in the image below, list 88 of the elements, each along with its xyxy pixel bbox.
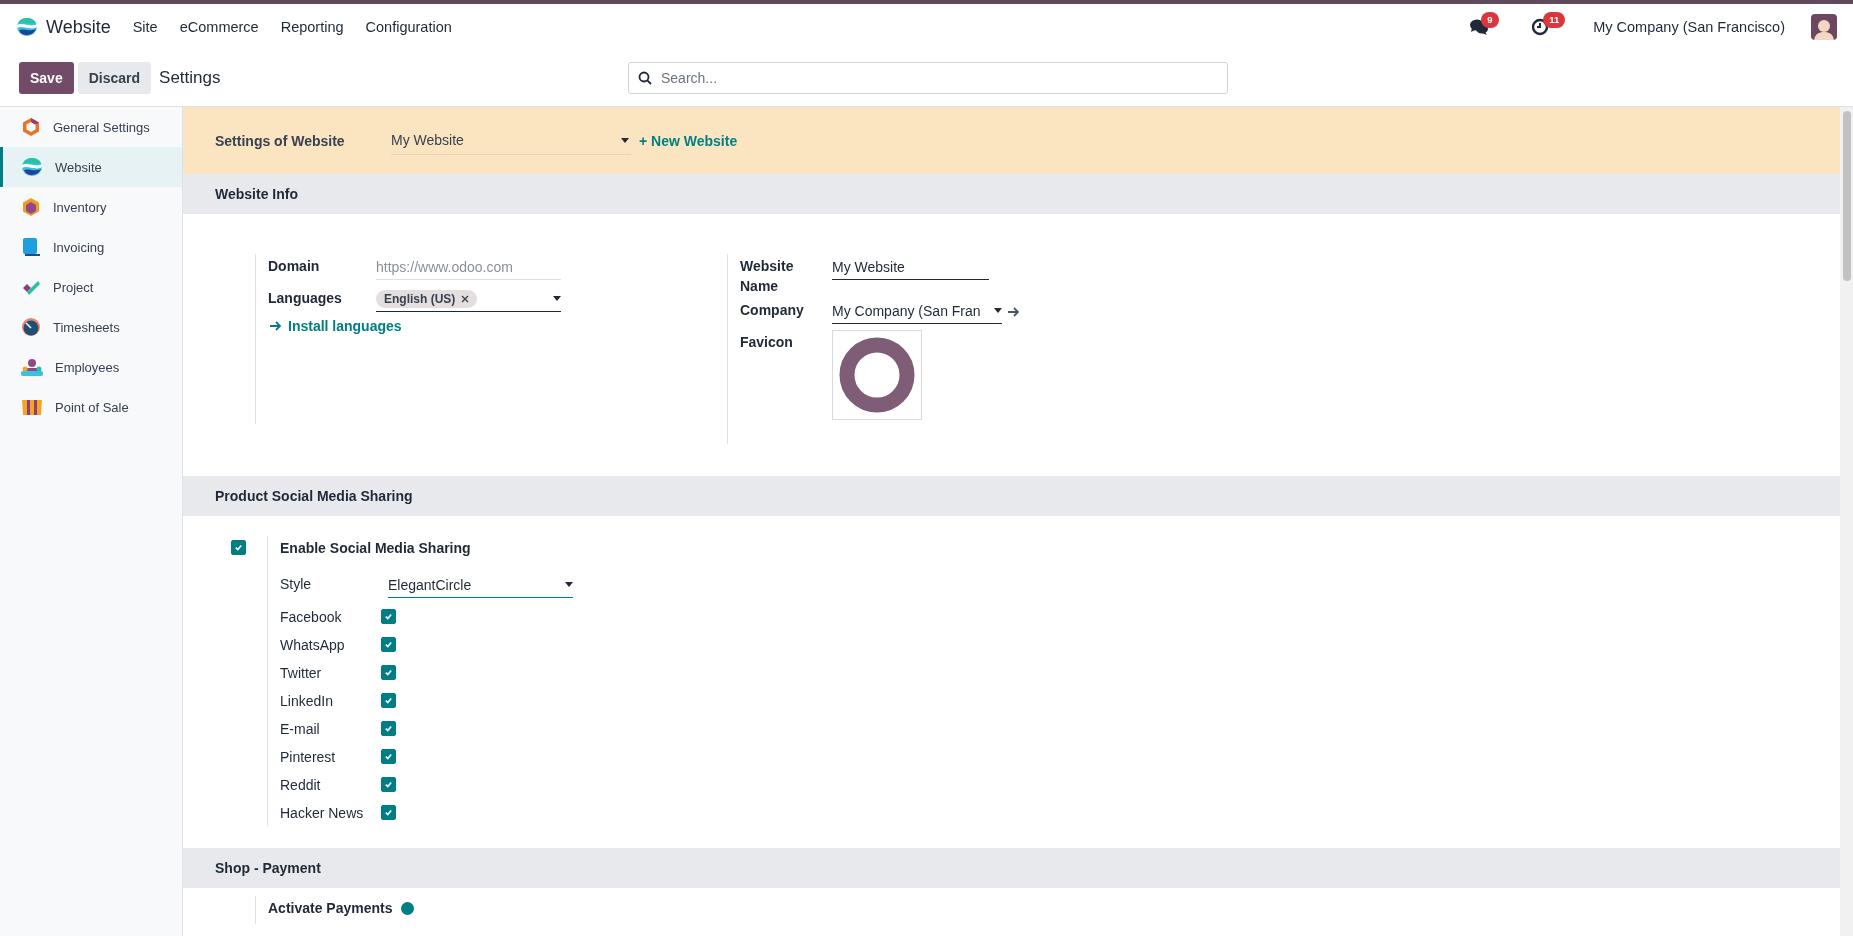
field-label: Website Name — [740, 257, 795, 296]
close-icon[interactable] — [461, 294, 470, 303]
language-tag[interactable]: English (US) — [376, 289, 478, 308]
website-name-field[interactable]: My Website — [832, 254, 989, 280]
caret-icon — [621, 137, 629, 143]
checkbox[interactable] — [381, 748, 396, 764]
app-icon — [21, 237, 41, 257]
breadcrumb: Settings — [159, 68, 221, 88]
checkbox[interactable] — [381, 636, 396, 652]
app-icon — [21, 157, 43, 177]
app-logo-icon[interactable] — [16, 17, 38, 37]
app-icon — [21, 397, 43, 417]
sidebar-item[interactable]: Employees — [0, 347, 182, 387]
checkmark-icon — [384, 639, 393, 649]
field-label: Style — [280, 575, 313, 594]
field-label: Languages — [268, 289, 343, 308]
languages-field[interactable]: English (US) — [376, 286, 561, 312]
menu-item[interactable]: eCommerce — [179, 19, 259, 35]
field-label: Twitter — [280, 664, 323, 683]
checkmark-icon — [384, 695, 393, 705]
sidebar-item[interactable]: General Settings — [0, 107, 182, 147]
arrow-icon[interactable] — [1008, 307, 1020, 317]
search-field[interactable]: Search... — [628, 62, 1228, 94]
sidebar-item[interactable]: Timesheets — [0, 307, 182, 347]
save-button[interactable]: Save — [19, 62, 74, 94]
field-label: Pinterest — [280, 748, 337, 767]
checkmark-icon — [384, 779, 393, 789]
favicon-image[interactable] — [832, 330, 922, 420]
arrow-icon — [270, 321, 282, 331]
app-icon — [21, 117, 41, 137]
sidebar-item[interactable]: Inventory — [0, 187, 182, 227]
company-switcher[interactable]: My Company (San Francisco) — [1593, 19, 1785, 35]
checkmark-icon — [384, 723, 393, 733]
field-label: Favicon — [740, 333, 794, 352]
help-icon[interactable] — [400, 902, 414, 915]
setting-title: Activate Payments — [268, 899, 393, 918]
domain-field[interactable]: https://www.odoo.com — [376, 254, 561, 280]
checkmark-icon — [384, 751, 393, 761]
checkbox[interactable] — [381, 608, 396, 624]
app-icon — [21, 357, 43, 377]
section-header: Website Info — [183, 174, 1840, 214]
checkmark-icon — [234, 543, 243, 552]
count-badge: 11 — [1543, 12, 1566, 28]
sidebar-item[interactable]: Project — [0, 267, 182, 307]
caret-icon — [553, 296, 561, 301]
caret-icon — [565, 582, 573, 587]
caret-icon — [994, 308, 1002, 313]
section-header: Product Social Media Sharing — [183, 476, 1840, 516]
sidebar-item[interactable]: Website — [0, 147, 182, 187]
clock-icon[interactable] — [1531, 18, 1550, 36]
checkbox[interactable] — [231, 540, 246, 555]
count-badge: 9 — [1481, 12, 1499, 28]
checkbox[interactable] — [381, 776, 396, 792]
field-label: Company — [740, 301, 805, 320]
checkbox[interactable] — [381, 664, 396, 680]
user-avatar[interactable] — [1811, 14, 1837, 40]
install-languages-link[interactable]: Install languages — [270, 318, 402, 334]
app-icon — [21, 317, 41, 337]
field-label: Hacker News — [280, 804, 365, 823]
app-name[interactable]: Website — [46, 16, 111, 38]
scrollbar[interactable] — [1840, 107, 1853, 936]
section-header: Shop - Payment — [183, 848, 1840, 888]
setting-title: Enable Social Media Sharing — [280, 539, 471, 558]
discard-button[interactable]: Discard — [77, 62, 152, 94]
sidebar-item[interactable]: Point of Sale — [0, 387, 182, 427]
company-field[interactable]: My Company (San Fran — [832, 298, 1002, 324]
menu-item[interactable]: Site — [132, 19, 158, 35]
checkmark-icon — [384, 667, 393, 677]
website-select[interactable]: My Website — [391, 126, 631, 155]
menu-item[interactable]: Reporting — [280, 19, 344, 35]
menu-item[interactable]: Configuration — [365, 19, 452, 35]
new-website-link[interactable]: + New Website — [639, 132, 738, 149]
field-label: E-mail — [280, 720, 321, 739]
checkbox[interactable] — [381, 720, 396, 736]
field-label: Reddit — [280, 776, 322, 795]
search-icon — [638, 71, 652, 85]
sidebar-item[interactable]: Invoicing — [0, 227, 182, 267]
field-label: Domain — [268, 257, 321, 276]
style-select[interactable]: ElegantCircle — [388, 572, 573, 598]
checkmark-icon — [384, 611, 393, 621]
app-icon — [21, 197, 41, 217]
field-label: Facebook — [280, 608, 343, 627]
field-label: Settings of Website — [215, 132, 346, 149]
field-label: WhatsApp — [280, 636, 346, 655]
field-label: LinkedIn — [280, 692, 334, 711]
checkmark-icon — [384, 807, 393, 817]
checkbox[interactable] — [381, 692, 396, 708]
checkbox[interactable] — [381, 804, 396, 820]
